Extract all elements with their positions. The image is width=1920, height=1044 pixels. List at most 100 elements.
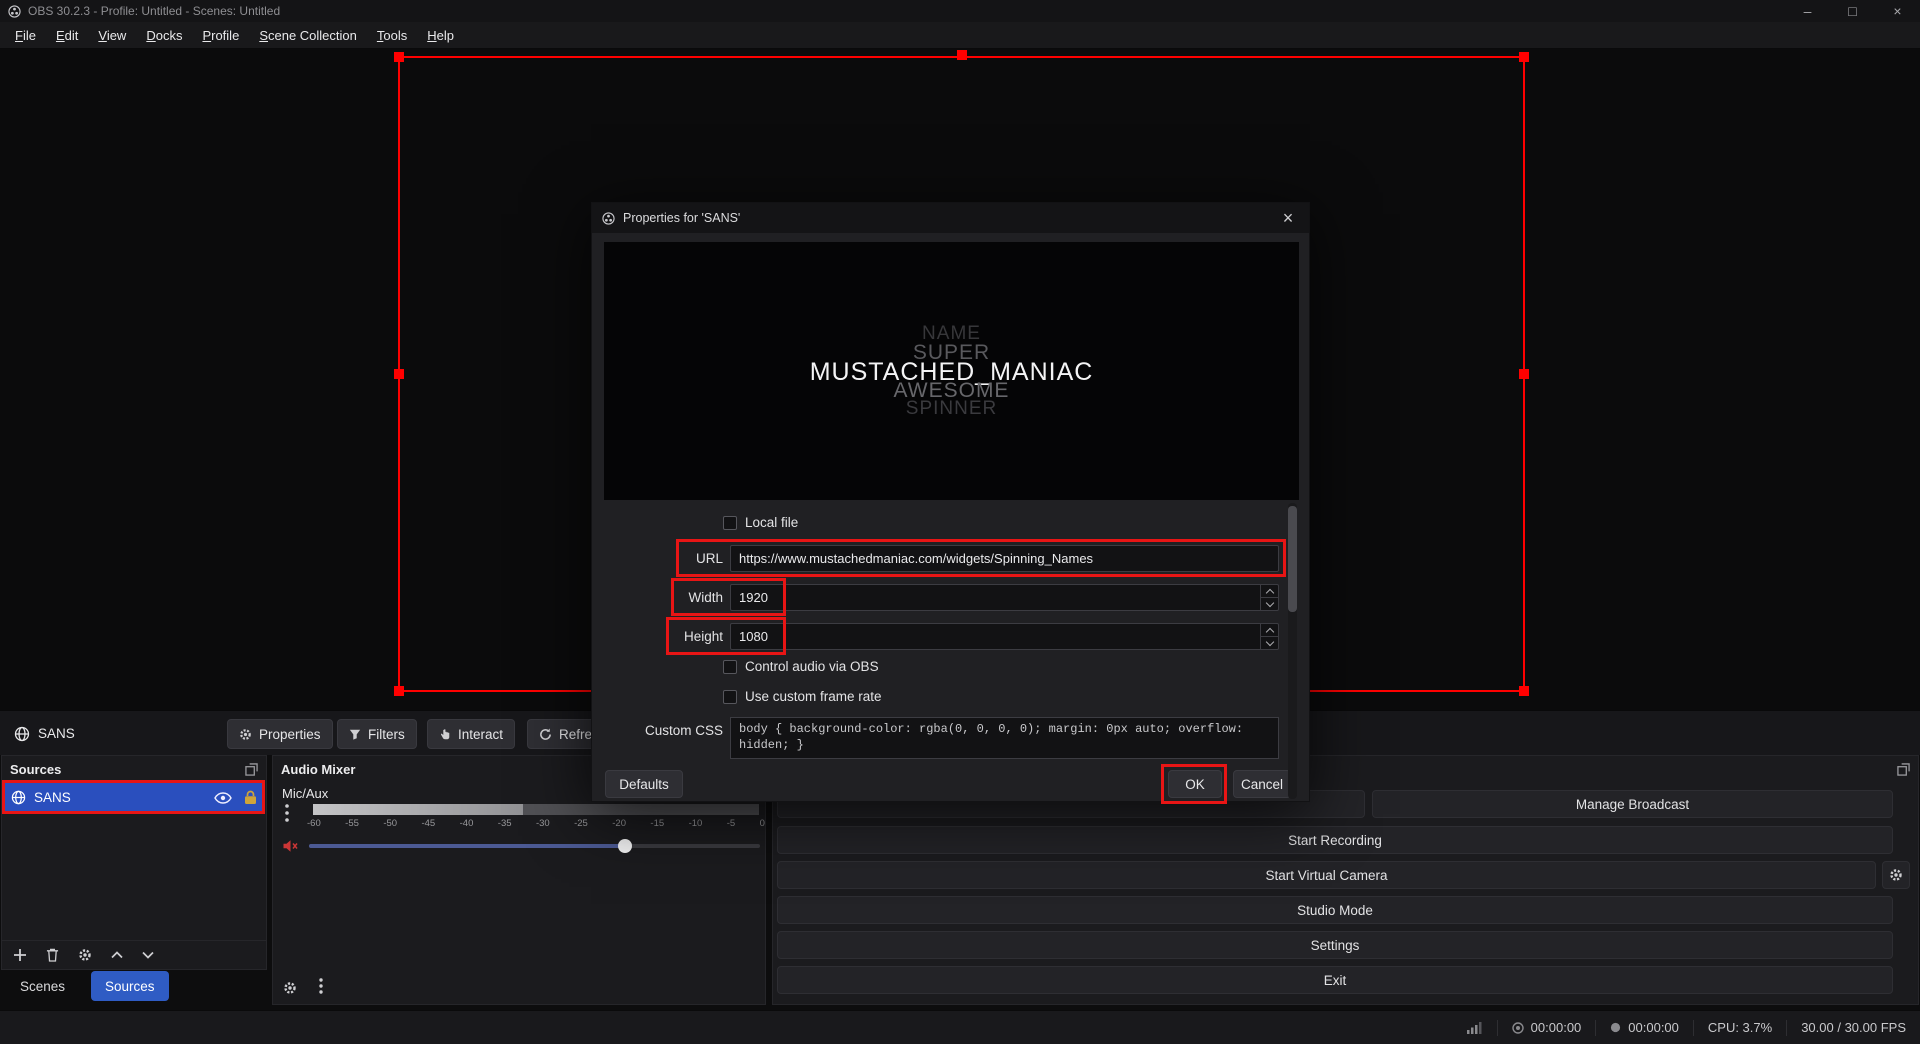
width-input[interactable] <box>731 585 1251 610</box>
move-source-up-button[interactable] <box>111 951 123 959</box>
selection-handle-middle-left[interactable] <box>394 369 404 379</box>
studio-mode-button[interactable]: Studio Mode <box>777 896 1893 924</box>
exit-label: Exit <box>1324 973 1347 988</box>
start-recording-button[interactable]: Start Recording <box>777 826 1893 854</box>
browser-source-preview: NAME SUPER MUSTACHED_MANIAC AWESOME SPIN… <box>604 242 1299 500</box>
control-audio-checkbox[interactable] <box>723 660 737 674</box>
stream-timecode: 00:00:00 <box>1531 1020 1582 1035</box>
custom-frame-rate-label: Use custom frame rate <box>745 689 882 704</box>
record-status-icon <box>1610 1022 1621 1033</box>
browser-source-icon <box>14 726 30 742</box>
sources-dock: Sources SANS <box>1 755 267 970</box>
height-decrement-button[interactable] <box>1261 637 1278 649</box>
scale-tick: -15 <box>650 818 664 829</box>
divider <box>1693 1020 1694 1036</box>
filters-button-label: Filters <box>368 727 405 742</box>
volume-slider-handle[interactable] <box>618 839 632 853</box>
manage-broadcast-button[interactable]: Manage Broadcast <box>1372 790 1893 818</box>
url-input[interactable] <box>730 545 1279 572</box>
ok-button[interactable]: OK <box>1168 770 1222 798</box>
sources-dock-header[interactable]: Sources <box>2 756 266 782</box>
menu-profile[interactable]: Profile <box>192 24 249 47</box>
custom-css-label: Custom CSS <box>592 723 723 739</box>
menu-file[interactable]: File <box>5 24 46 47</box>
settings-button[interactable]: Settings <box>777 931 1893 959</box>
scale-tick: 0 <box>760 818 765 829</box>
recording-timecode: 00:00:00 <box>1628 1020 1679 1035</box>
selection-handle-bottom-right[interactable] <box>1519 686 1529 696</box>
lock-icon[interactable] <box>244 790 257 805</box>
mixer-footer <box>283 978 323 997</box>
menu-view[interactable]: View <box>88 24 136 47</box>
mixer-channel-menu-icon[interactable] <box>285 804 289 825</box>
cpu-usage: CPU: 3.7% <box>1708 1020 1772 1035</box>
cancel-label: Cancel <box>1241 777 1283 792</box>
filter-icon <box>349 728 361 740</box>
visibility-eye-icon[interactable] <box>214 792 232 804</box>
move-source-down-button[interactable] <box>142 951 154 959</box>
selection-handle-bottom-left[interactable] <box>394 686 404 696</box>
width-decrement-button[interactable] <box>1261 598 1278 610</box>
volume-meter <box>313 804 759 815</box>
height-input[interactable] <box>731 624 1251 649</box>
dialog-scrollbar[interactable] <box>1288 503 1297 799</box>
source-list-item-sans[interactable]: SANS <box>4 783 264 812</box>
exit-button[interactable]: Exit <box>777 966 1893 994</box>
tab-sources[interactable]: Sources <box>91 971 169 1001</box>
dialog-title-bar[interactable]: Properties for 'SANS' × <box>592 203 1309 233</box>
close-window-button[interactable]: × <box>1875 0 1920 22</box>
width-spin-buttons <box>1260 585 1278 610</box>
scale-tick: -10 <box>689 818 703 829</box>
custom-frame-rate-checkbox[interactable] <box>723 690 737 704</box>
mixer-menu-kebab-icon[interactable] <box>319 978 323 997</box>
add-source-button[interactable] <box>13 948 27 962</box>
mute-speaker-icon[interactable] <box>282 839 299 853</box>
height-spin-buttons <box>1260 624 1278 649</box>
start-virtual-camera-button[interactable]: Start Virtual Camera <box>777 861 1876 889</box>
settings-label: Settings <box>1311 938 1360 953</box>
defaults-button[interactable]: Defaults <box>605 770 683 798</box>
interact-button[interactable]: Interact <box>427 719 515 749</box>
height-increment-button[interactable] <box>1261 624 1278 637</box>
menu-edit[interactable]: Edit <box>46 24 88 47</box>
context-source-name: SANS <box>38 726 75 741</box>
selection-handle-middle-right[interactable] <box>1519 369 1529 379</box>
local-file-checkbox[interactable] <box>723 516 737 530</box>
stream-status-icon <box>1512 1022 1524 1034</box>
obs-main-window: OBS 30.2.3 - Profile: Untitled - Scenes:… <box>0 0 1920 1044</box>
height-spinbox <box>730 623 1279 650</box>
menu-docks[interactable]: Docks <box>136 24 192 47</box>
popup-dock-icon[interactable] <box>1897 763 1910 776</box>
scale-tick: -20 <box>612 818 626 829</box>
remove-source-button[interactable] <box>46 948 59 962</box>
selection-handle-top-center[interactable] <box>957 50 967 60</box>
properties-button[interactable]: Properties <box>227 719 333 749</box>
fps-indicator: 30.00 / 30.00 FPS <box>1801 1020 1906 1035</box>
dialog-scrollbar-thumb[interactable] <box>1288 506 1297 612</box>
defaults-label: Defaults <box>619 777 669 792</box>
source-properties-gear-button[interactable] <box>78 948 92 962</box>
menu-help[interactable]: Help <box>417 24 464 47</box>
cancel-button[interactable]: Cancel <box>1233 770 1291 798</box>
filters-button[interactable]: Filters <box>337 719 417 749</box>
gear-icon <box>239 728 252 741</box>
selection-handle-top-right[interactable] <box>1519 52 1529 62</box>
tab-scenes[interactable]: Scenes <box>6 971 79 1001</box>
width-increment-button[interactable] <box>1261 585 1278 598</box>
mixer-settings-gear-icon[interactable] <box>283 981 297 995</box>
popup-dock-icon[interactable] <box>245 763 258 776</box>
virtual-camera-settings-button[interactable] <box>1882 861 1910 889</box>
selection-handle-top-left[interactable] <box>394 52 404 62</box>
dialog-close-button[interactable]: × <box>1267 203 1309 233</box>
menu-scene-collection[interactable]: Scene Collection <box>249 24 367 47</box>
source-item-name: SANS <box>34 790 71 805</box>
properties-dialog: Properties for 'SANS' × NAME SUPER MUSTA… <box>591 202 1310 802</box>
menu-tools[interactable]: Tools <box>367 24 417 47</box>
dialog-title: Properties for 'SANS' <box>623 211 740 225</box>
control-audio-label: Control audio via OBS <box>745 659 879 674</box>
minimize-button[interactable]: – <box>1785 0 1830 22</box>
maximize-button[interactable]: □ <box>1830 0 1875 22</box>
custom-css-textarea[interactable]: body { background-color: rgba(0, 0, 0, 0… <box>730 717 1279 759</box>
volume-slider[interactable] <box>309 836 760 856</box>
mixer-dock-title: Audio Mixer <box>281 762 355 777</box>
